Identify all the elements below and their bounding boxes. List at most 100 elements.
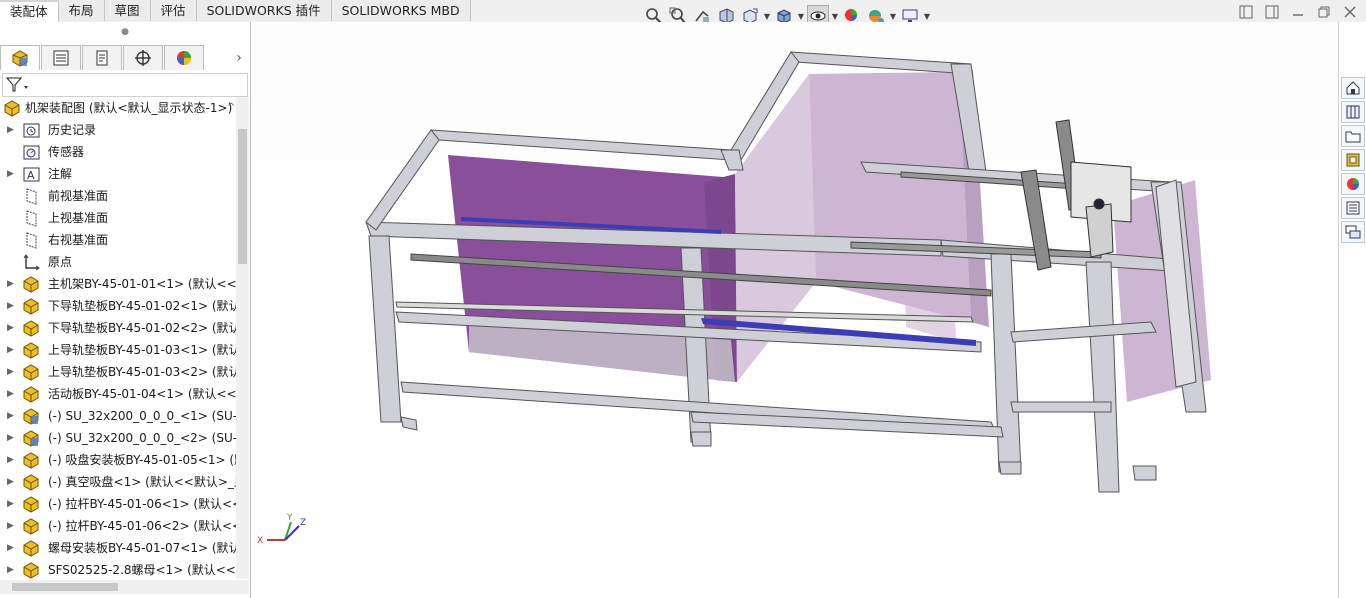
- tree-item[interactable]: ▶ SFS02525-2.8螺母<1> (默认<<默: [0, 559, 236, 579]
- dimxpert-manager-tab[interactable]: [123, 45, 163, 70]
- tree-item-label: 原点: [48, 255, 73, 269]
- expand-arrow-icon[interactable]: ▶: [7, 427, 15, 449]
- sensor-icon: [23, 144, 40, 161]
- tree-item-label: 注解: [48, 167, 73, 181]
- tree-item-label: 上导轨垫板BY-45-01-03<2> (默认: [48, 365, 236, 379]
- part-icon: [23, 298, 40, 315]
- task-pane-buttons: [1341, 77, 1365, 243]
- part-icon: [23, 386, 40, 403]
- expand-arrow-icon[interactable]: ▶: [7, 119, 15, 141]
- subassembly-icon: [23, 430, 40, 447]
- feature-tree: 机架装配图 (默认<默认_显示状态-1>) ^ ▶ 历史记录 传感器 ▶ A 注解前视基准…: [0, 97, 236, 579]
- tree-item[interactable]: ▶ 上导轨垫板BY-45-01-03<1> (默认: [0, 339, 236, 361]
- tab-layout[interactable]: 布局: [58, 0, 105, 21]
- tree-item[interactable]: ▶ (-) SU_32x200_0_0_0_<1> (SU-32: [0, 405, 236, 427]
- filter-icon[interactable]: [6, 77, 30, 93]
- display-manager-tab[interactable]: [164, 45, 204, 70]
- tree-item[interactable]: ▶ 历史记录: [0, 119, 236, 141]
- tree-item-label: (-) 真空吸盘<1> (默认<<默认>_显: [48, 475, 236, 489]
- tree-item[interactable]: ▶ (-) 拉杆BY-45-01-06<1> (默认<<: [0, 493, 236, 515]
- plane-icon: [23, 210, 40, 227]
- feature-manager-tab[interactable]: [0, 45, 40, 70]
- expand-arrow-icon[interactable]: ▶: [7, 449, 15, 471]
- part-icon: [23, 342, 40, 359]
- tree-root-label: 机架装配图 (默认<默认_显示状态-1>): [25, 101, 233, 115]
- tab-solidworks-mbd[interactable]: SOLIDWORKS MBD: [331, 0, 471, 21]
- feature-manager-panel: ● › 机架装配图 (默认<默认_显示状态-1>) ^ ▶ 历史记录 传感器 ▶ A 注解…: [0, 22, 251, 598]
- tab-sketch[interactable]: 草图: [104, 0, 151, 21]
- more-tabs-chevron-icon[interactable]: ›: [232, 48, 246, 68]
- tree-item[interactable]: ▶ (-) 真空吸盘<1> (默认<<默认>_显: [0, 471, 236, 493]
- expand-arrow-icon[interactable]: ▶: [7, 273, 15, 295]
- custom-properties-icon[interactable]: [1341, 197, 1365, 219]
- expand-arrow-icon[interactable]: ▶: [7, 317, 15, 339]
- tree-vertical-scrollbar[interactable]: [236, 97, 249, 579]
- tree-item[interactable]: ▶ (-) 吸盘安装板BY-45-01-05<1> (默: [0, 449, 236, 471]
- tree-filter-bar[interactable]: [2, 73, 248, 97]
- tree-item[interactable]: ▶ 下导轨垫板BY-45-01-02<1> (默认: [0, 295, 236, 317]
- panel-grip-icon[interactable]: ●: [0, 22, 250, 42]
- tree-item[interactable]: ▶ 下导轨垫板BY-45-01-02<2> (默认: [0, 317, 236, 339]
- expand-arrow-icon[interactable]: ▶: [7, 339, 15, 361]
- triad-y-label: Y: [286, 513, 293, 523]
- restore-icon[interactable]: [1316, 4, 1332, 20]
- scrollbar-thumb-horizontal[interactable]: [12, 583, 118, 591]
- home-icon[interactable]: [1341, 77, 1365, 99]
- subassembly-icon: [23, 408, 40, 425]
- plane-icon: [23, 188, 40, 205]
- triad-z-label: Z: [300, 518, 306, 528]
- task-pane: [1338, 22, 1366, 598]
- tree-item[interactable]: ▶ (-) 拉杆BY-45-01-06<2> (默认<<: [0, 515, 236, 537]
- tree-item-label: (-) 吸盘安装板BY-45-01-05<1> (默: [48, 453, 236, 467]
- origin-icon: [23, 254, 40, 271]
- tree-item[interactable]: ▶ 活动板BY-45-01-04<1> (默认<<默: [0, 383, 236, 405]
- expand-arrow-icon[interactable]: ▶: [7, 537, 15, 559]
- appearances-icon[interactable]: [1341, 173, 1365, 195]
- expand-arrow-icon[interactable]: ▶: [7, 163, 15, 185]
- tab-solidworks-addins[interactable]: SOLIDWORKS 插件: [196, 0, 332, 21]
- tree-item[interactable]: 上视基准面: [0, 207, 236, 229]
- tab-evaluate[interactable]: 评估: [150, 0, 197, 21]
- tree-root-assembly[interactable]: 机架装配图 (默认<默认_显示状态-1>) ^: [0, 97, 236, 119]
- graphics-area[interactable]: X Y Z: [251, 22, 1339, 598]
- design-library-icon[interactable]: [1341, 101, 1365, 123]
- tree-item-label: 前视基准面: [48, 189, 109, 203]
- linear-modules: [1020, 119, 1132, 271]
- panel-left-icon[interactable]: [1238, 4, 1254, 20]
- expand-arrow-icon[interactable]: ▶: [7, 405, 15, 427]
- expand-arrow-icon[interactable]: ▶: [7, 383, 15, 405]
- scrollbar-thumb[interactable]: [238, 129, 247, 264]
- minimize-icon[interactable]: [1290, 4, 1306, 20]
- close-icon[interactable]: [1342, 4, 1358, 20]
- tree-item[interactable]: ▶ (-) SU_32x200_0_0_0_<2> (SU-32: [0, 427, 236, 449]
- part-icon: [23, 562, 40, 579]
- tree-item[interactable]: 前视基准面: [0, 185, 236, 207]
- configuration-manager-tab[interactable]: [82, 45, 122, 70]
- expand-arrow-icon[interactable]: ▶: [7, 559, 15, 579]
- property-manager-tab[interactable]: [41, 45, 81, 70]
- part-icon: [23, 364, 40, 381]
- tree-item[interactable]: ▶ 螺母安装板BY-45-01-07<1> (默认: [0, 537, 236, 559]
- tree-item-label: (-) 拉杆BY-45-01-06<1> (默认<<: [48, 497, 236, 511]
- expand-arrow-icon[interactable]: ▶: [7, 295, 15, 317]
- tree-collapse-chevron-icon[interactable]: ^: [227, 97, 235, 119]
- tree-item[interactable]: 传感器: [0, 141, 236, 163]
- tree-item[interactable]: ▶ 上导轨垫板BY-45-01-03<2> (默认: [0, 361, 236, 383]
- tree-item[interactable]: ▶ 主机架BY-45-01-01<1> (默认<<默: [0, 273, 236, 295]
- expand-arrow-icon[interactable]: ▶: [7, 515, 15, 537]
- file-explorer-icon[interactable]: [1341, 125, 1365, 147]
- forum-icon[interactable]: [1341, 221, 1365, 243]
- expand-arrow-icon[interactable]: ▶: [7, 361, 15, 383]
- tree-item[interactable]: 原点: [0, 251, 236, 273]
- expand-arrow-icon[interactable]: ▶: [7, 493, 15, 515]
- tab-assembly[interactable]: 装配体: [0, 0, 59, 22]
- expand-arrow-icon[interactable]: ▶: [7, 471, 15, 493]
- assembly-model[interactable]: [251, 22, 1339, 598]
- tab-strip: 装配体 布局 草图 评估 SOLIDWORKS 插件 SOLIDWORKS MB…: [0, 0, 471, 22]
- view-palette-icon[interactable]: [1341, 149, 1365, 171]
- assembly-icon: [4, 100, 21, 117]
- tree-item[interactable]: ▶ A 注解: [0, 163, 236, 185]
- tree-horizontal-scrollbar[interactable]: [0, 580, 249, 594]
- panel-right-icon[interactable]: [1264, 4, 1280, 20]
- tree-item[interactable]: 右视基准面: [0, 229, 236, 251]
